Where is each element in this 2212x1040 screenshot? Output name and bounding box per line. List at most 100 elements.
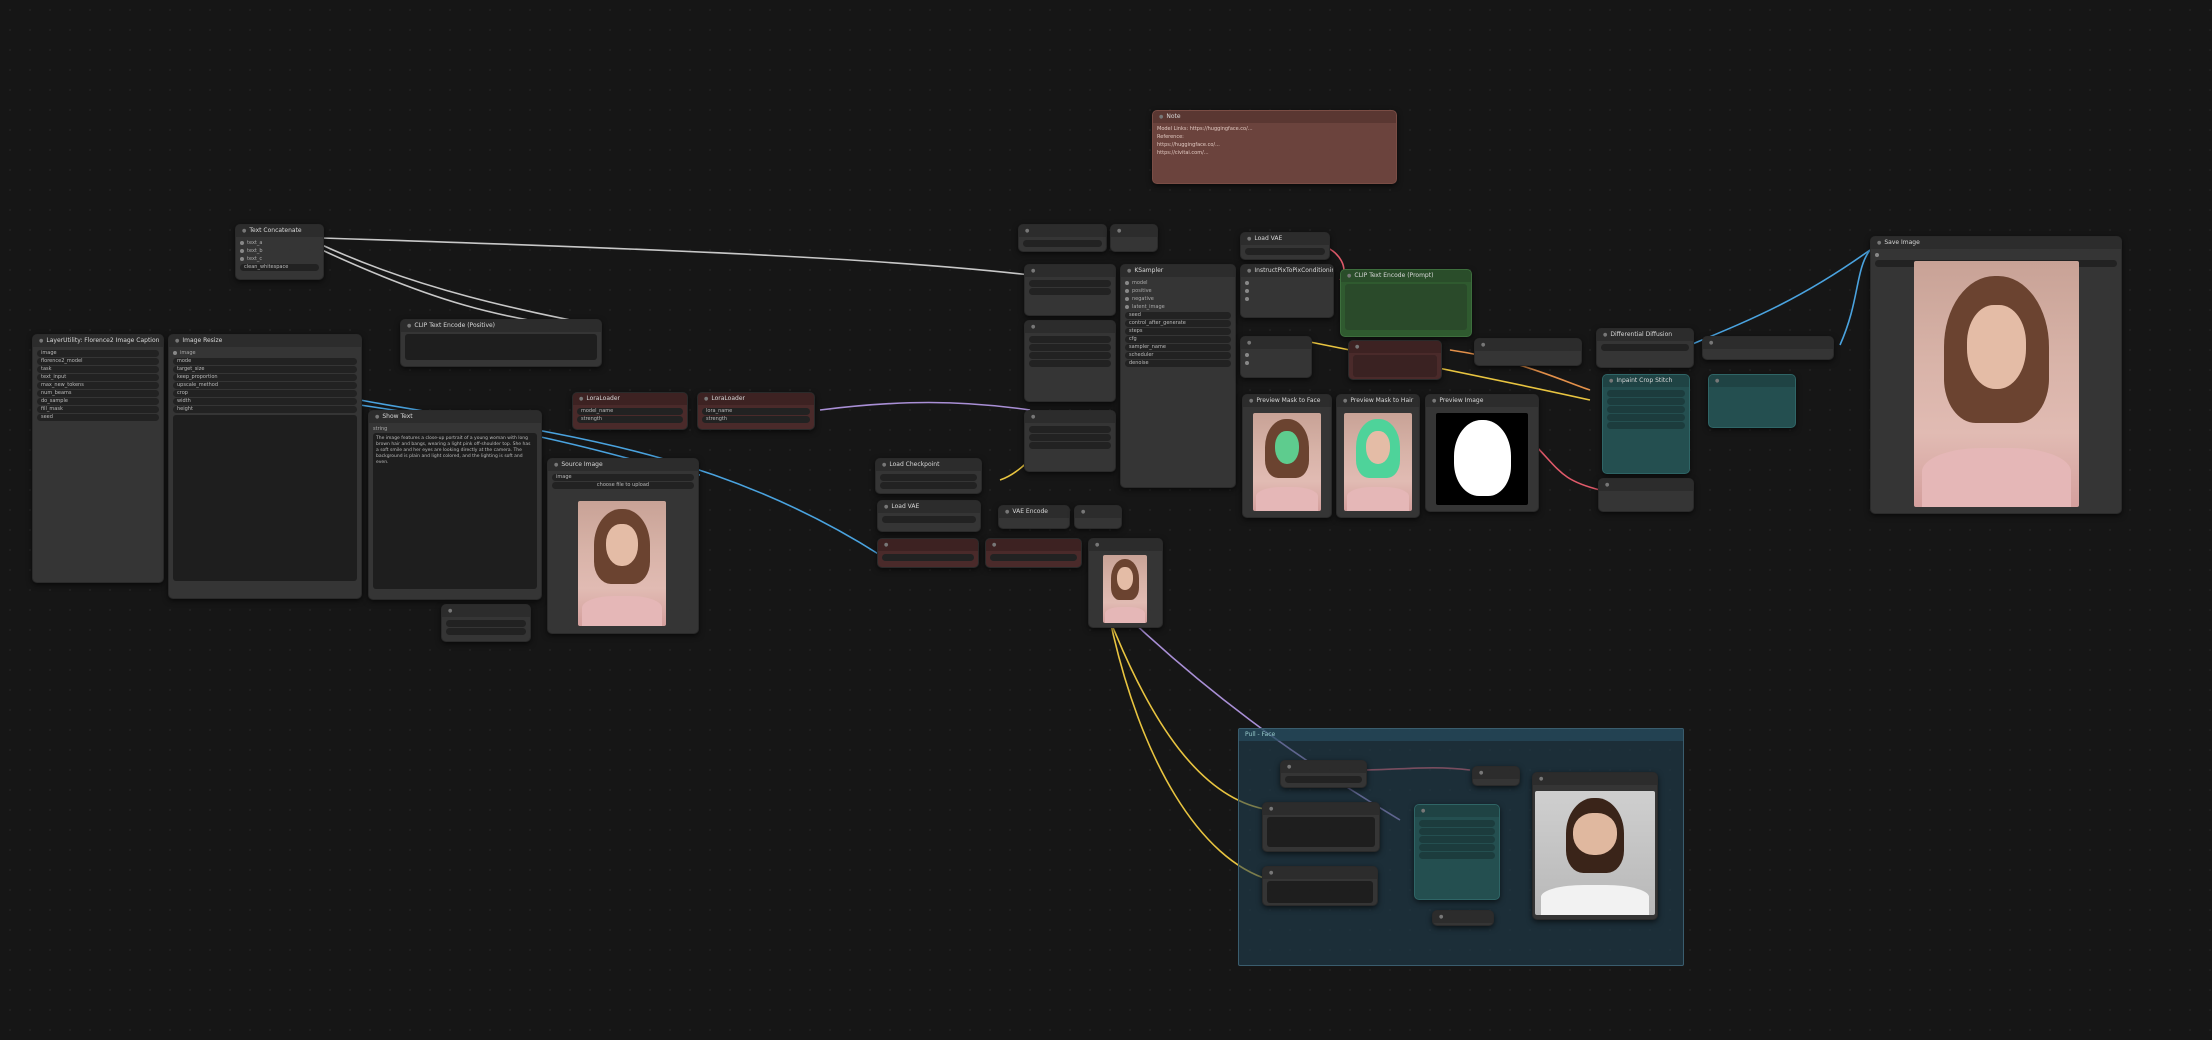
preview-mask-node[interactable]: Preview Image bbox=[1425, 394, 1539, 512]
group-clip-text[interactable] bbox=[1267, 881, 1373, 903]
image-composite-node[interactable] bbox=[1702, 336, 1834, 360]
small-widget[interactable] bbox=[446, 628, 526, 635]
vae-top-node[interactable] bbox=[1110, 224, 1158, 252]
clip-text-top-area[interactable] bbox=[405, 334, 597, 360]
group-clip-node[interactable] bbox=[1262, 866, 1378, 906]
red-int-node-2[interactable] bbox=[985, 538, 1082, 568]
flux-guidance-node[interactable] bbox=[1024, 320, 1116, 402]
group-sampler-node[interactable] bbox=[1414, 804, 1500, 900]
inpaint-stitch-node[interactable]: Inpaint Crop Stitch bbox=[1602, 374, 1690, 474]
input-text-a[interactable]: text_a bbox=[240, 239, 319, 247]
group-small-node[interactable] bbox=[1432, 910, 1494, 926]
clip-green-text-area[interactable] bbox=[1345, 284, 1467, 330]
preview-small-node[interactable] bbox=[1088, 538, 1163, 628]
int-field[interactable] bbox=[990, 554, 1077, 561]
field-scheduler[interactable]: scheduler bbox=[1125, 352, 1231, 359]
int-field[interactable] bbox=[882, 554, 974, 561]
socket-icon[interactable] bbox=[1245, 352, 1249, 357]
input-positive[interactable]: positive bbox=[1125, 287, 1231, 295]
vae-encode-node[interactable]: VAE Encode bbox=[998, 505, 1070, 529]
group-preview-image-node[interactable] bbox=[1532, 772, 1658, 920]
group-text-area[interactable] bbox=[1267, 817, 1375, 847]
save-image-node[interactable]: Save Image bbox=[1870, 236, 2122, 514]
load-vae-node[interactable]: Load VAE bbox=[1240, 232, 1330, 260]
field-height[interactable]: height bbox=[173, 406, 357, 413]
text-concatenate-node[interactable]: Text Concatenate text_a text_b text_c cl… bbox=[235, 224, 324, 280]
socket-icon[interactable] bbox=[1245, 296, 1249, 301]
field[interactable] bbox=[1029, 280, 1111, 287]
field[interactable] bbox=[1029, 426, 1111, 433]
input[interactable] bbox=[1245, 351, 1307, 359]
image-concat-node[interactable] bbox=[1240, 336, 1312, 378]
ksampler-node[interactable]: KSampler model positive negative latent_… bbox=[1120, 264, 1236, 488]
input-vae[interactable] bbox=[1245, 295, 1329, 303]
field-image[interactable]: image bbox=[37, 350, 159, 357]
vae-field[interactable] bbox=[1245, 248, 1325, 255]
field[interactable] bbox=[1029, 360, 1111, 367]
preview-hair-node[interactable]: Preview Mask to Hair bbox=[1336, 394, 1420, 518]
field-fill-mask[interactable]: fill_mask bbox=[37, 406, 159, 413]
field-model[interactable]: florence2_model bbox=[37, 358, 159, 365]
field[interactable] bbox=[1607, 406, 1685, 413]
field[interactable] bbox=[1029, 352, 1111, 359]
group-text-node[interactable] bbox=[1262, 802, 1380, 852]
field-text-input[interactable]: text_input bbox=[37, 374, 159, 381]
upload-button[interactable]: choose file to upload bbox=[552, 482, 694, 489]
ckpt-field[interactable] bbox=[880, 482, 977, 489]
socket-icon[interactable] bbox=[240, 256, 244, 261]
socket-icon[interactable] bbox=[1245, 288, 1249, 293]
clean-whitespace-widget[interactable]: clean_whitespace bbox=[240, 264, 319, 271]
field[interactable] bbox=[1607, 390, 1685, 397]
clip-text-encode-top-node[interactable]: CLIP Text Encode (Positive) bbox=[400, 319, 602, 367]
field-sampler[interactable]: sampler_name bbox=[1125, 344, 1231, 351]
lora-1-strength-field[interactable]: strength bbox=[577, 416, 683, 423]
model-sampling-node[interactable] bbox=[1024, 410, 1116, 472]
field[interactable] bbox=[1419, 828, 1495, 835]
socket-icon[interactable] bbox=[1875, 252, 1879, 257]
input-positive[interactable] bbox=[1245, 279, 1329, 287]
socket-icon[interactable] bbox=[1125, 296, 1129, 301]
differential-diffusion-node[interactable]: Differential Diffusion bbox=[1596, 328, 1694, 368]
lora-loader-1-node[interactable]: LoraLoader model_name strength bbox=[572, 392, 688, 430]
lora-1-model-field[interactable]: model_name bbox=[577, 408, 683, 415]
field[interactable] bbox=[1601, 344, 1689, 351]
socket-icon[interactable] bbox=[240, 248, 244, 253]
note-node[interactable]: Note Model Links: https://huggingface.co… bbox=[1152, 110, 1397, 184]
lora-2-strength-field[interactable]: strength bbox=[702, 416, 810, 423]
input-text-b[interactable]: text_b bbox=[240, 247, 319, 255]
field-task[interactable]: task bbox=[37, 366, 159, 373]
note-teal-node[interactable] bbox=[1708, 374, 1796, 428]
load-vae-center-node[interactable]: Load VAE bbox=[877, 500, 981, 532]
show-text-node[interactable]: Show Text string The image features a cl… bbox=[368, 410, 542, 600]
ckpt-name-field[interactable] bbox=[880, 474, 977, 481]
field[interactable] bbox=[1419, 836, 1495, 843]
socket-icon[interactable] bbox=[1125, 288, 1129, 293]
field[interactable] bbox=[1029, 344, 1111, 351]
source-image-node[interactable]: Source Image image choose file to upload bbox=[547, 458, 699, 634]
field-crop[interactable]: crop bbox=[173, 390, 357, 397]
socket-icon[interactable] bbox=[1245, 280, 1249, 285]
preview-face-node[interactable]: Preview Mask to Face bbox=[1242, 394, 1332, 518]
crop-mask-node[interactable] bbox=[1474, 338, 1582, 366]
image-select-field[interactable]: image bbox=[552, 474, 694, 481]
socket-icon[interactable] bbox=[1125, 304, 1129, 309]
input-latent[interactable]: latent_image bbox=[1125, 303, 1231, 311]
checkpoint-node[interactable]: Load Checkpoint bbox=[875, 458, 982, 494]
lora-loader-2-node[interactable]: LoraLoader lora_name strength bbox=[697, 392, 815, 430]
input-model[interactable]: model bbox=[1125, 279, 1231, 287]
lora-2-name-field[interactable]: lora_name bbox=[702, 408, 810, 415]
negative-text[interactable] bbox=[1353, 355, 1437, 377]
clip-text-encode-green-node[interactable]: CLIP Text Encode (Prompt) bbox=[1340, 269, 1472, 337]
field-cfg[interactable]: cfg bbox=[1125, 336, 1231, 343]
socket-icon[interactable] bbox=[173, 350, 177, 355]
field[interactable] bbox=[1285, 776, 1362, 783]
group-vae-decode-node[interactable] bbox=[1472, 766, 1520, 786]
input[interactable] bbox=[1245, 359, 1307, 367]
field-seed[interactable]: seed bbox=[37, 414, 159, 421]
dual-clip-node[interactable] bbox=[1024, 264, 1116, 316]
socket-icon[interactable] bbox=[1245, 360, 1249, 365]
field-upscale-method[interactable]: upscale_method bbox=[173, 382, 357, 389]
field-keep-proportion[interactable]: keep_proportion bbox=[173, 374, 357, 381]
field-width[interactable]: width bbox=[173, 398, 357, 405]
small-widget[interactable] bbox=[446, 620, 526, 627]
